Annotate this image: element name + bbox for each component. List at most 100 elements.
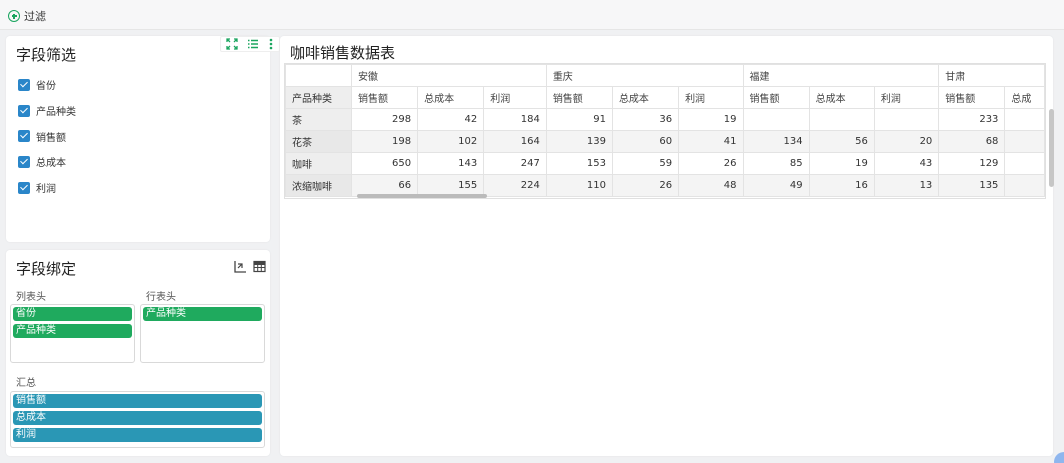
row-label: 茶 <box>285 108 352 131</box>
table-cell <box>808 108 875 131</box>
table-icon[interactable] <box>253 260 266 273</box>
table-cell: 298 <box>350 108 419 131</box>
table-cell: 153 <box>545 152 613 175</box>
field-filter-panel: 字段筛选 省份 产品种类 销售额 总成本 利润 <box>6 36 280 242</box>
field-label: 省份 <box>36 81 56 93</box>
row-label: 花茶 <box>285 130 352 153</box>
province-header-cell: 重庆 <box>545 64 744 87</box>
measure-header-cell: 销售额 <box>545 86 613 109</box>
table-cell <box>742 108 810 131</box>
column-field-chip[interactable]: 省份 <box>13 307 132 321</box>
measure-header-cell: 总成本 <box>808 86 875 109</box>
table-cell: 16 <box>808 174 875 197</box>
summary-field-chip[interactable]: 利润 <box>13 428 262 442</box>
table-cell: 48 <box>678 174 744 197</box>
binding-tools <box>234 260 266 273</box>
checkbox-checked-icon[interactable] <box>18 78 30 91</box>
horizontal-scrollbar[interactable] <box>357 194 487 198</box>
summary-field-chip[interactable]: 销售额 <box>13 394 262 408</box>
corner-cell <box>285 64 352 87</box>
summary-label: 汇总 <box>16 378 36 389</box>
checkbox-checked-icon[interactable] <box>18 104 30 117</box>
table-cell: 36 <box>611 108 680 131</box>
table-cell: 198 <box>350 130 419 153</box>
table-cell: 59 <box>611 152 680 175</box>
field-item-total-cost[interactable]: 总成本 <box>18 149 76 175</box>
table-cell: 650 <box>350 152 419 175</box>
measure-header-cell: 销售额 <box>742 86 810 109</box>
row-field-chip[interactable]: 产品种类 <box>143 307 262 321</box>
table-cell: 42 <box>417 108 485 131</box>
measure-header-cell: 总成本 <box>611 86 680 109</box>
filter-button[interactable]: 过滤 <box>8 8 46 24</box>
table-cell: 19 <box>678 108 744 131</box>
field-item-province[interactable]: 省份 <box>18 72 76 98</box>
province-header-cell: 福建 <box>742 64 940 87</box>
row-header-dropzone[interactable]: 产品种类 <box>140 304 265 363</box>
pivot-table: 安徽 重庆 福建 甘肃 产品种类 销售额 总成本 利润 销售额 总成本 利润 销… <box>285 64 1045 197</box>
field-list: 省份 产品种类 销售额 总成本 利润 <box>18 72 76 200</box>
column-header-dropzone[interactable]: 省份 产品种类 <box>10 304 135 363</box>
field-binding-panel: 字段绑定 列表头 行表头 省份 产品种类 产品种类 汇总 销售额 总成本 利润 <box>6 250 270 456</box>
province-header-cell: 甘肃 <box>938 64 1045 87</box>
checkbox-checked-icon[interactable] <box>18 155 30 168</box>
table-cell: 110 <box>545 174 613 197</box>
summary-dropzone[interactable]: 销售额 总成本 利润 <box>10 391 265 448</box>
table-cell: 247 <box>483 152 547 175</box>
measure-header-cell: 销售额 <box>350 86 419 109</box>
row-header-title: 产品种类 <box>285 86 352 109</box>
measure-header-cell: 利润 <box>678 86 744 109</box>
field-binding-title: 字段绑定 <box>16 260 77 278</box>
table-cell: 143 <box>417 152 485 175</box>
field-item-sales[interactable]: 销售额 <box>18 123 76 149</box>
table-cell <box>1004 174 1045 197</box>
floating-action-button[interactable] <box>1054 452 1064 463</box>
table-cell: 134 <box>742 130 810 153</box>
field-filter-title: 字段筛选 <box>16 46 77 64</box>
table-cell: 135 <box>938 174 1006 197</box>
table-cell: 26 <box>611 174 680 197</box>
table-cell: 85 <box>742 152 810 175</box>
table-cell <box>1004 108 1045 131</box>
measure-header-cell: 总成本 <box>417 86 485 109</box>
more-vertical-icon[interactable] <box>268 38 274 50</box>
table-cell: 13 <box>873 174 940 197</box>
table-cell: 43 <box>873 152 940 175</box>
table-cell <box>1004 152 1045 175</box>
table-cell: 91 <box>545 108 613 131</box>
table-cell: 139 <box>545 130 613 153</box>
column-field-chip[interactable]: 产品种类 <box>13 324 132 338</box>
checkbox-checked-icon[interactable] <box>18 130 30 143</box>
filter-label: 过滤 <box>24 10 46 23</box>
field-item-profit[interactable]: 利润 <box>18 175 76 201</box>
row-header-label: 行表头 <box>146 292 176 303</box>
table-cell: 20 <box>873 130 940 153</box>
table-cell: 129 <box>938 152 1006 175</box>
table-cell: 102 <box>417 130 485 153</box>
field-label: 产品种类 <box>36 107 76 119</box>
table-cell <box>873 108 940 131</box>
add-circle-icon <box>8 10 20 22</box>
vertical-scrollbar[interactable] <box>1049 109 1054 187</box>
coffee-sales-table-panel: 咖啡销售数据表 安徽 重庆 福建 甘肃 产品种类 销售额 总成本 利润 销售额 … <box>280 36 1054 456</box>
measure-header-cell: 销售额 <box>938 86 1006 109</box>
row-label: 咖啡 <box>285 152 352 175</box>
field-label: 利润 <box>36 184 56 196</box>
table-cell: 164 <box>483 130 547 153</box>
measure-header-cell: 利润 <box>483 86 547 109</box>
table-cell: 184 <box>483 108 547 131</box>
table-cell: 68 <box>938 130 1006 153</box>
panel-toolbox <box>220 36 280 52</box>
chart-swap-icon[interactable] <box>234 260 247 273</box>
table-cell: 224 <box>483 174 547 197</box>
expand-icon[interactable] <box>226 38 238 50</box>
checkbox-checked-icon[interactable] <box>18 181 30 194</box>
pivot-table-viewport[interactable]: 安徽 重庆 福建 甘肃 产品种类 销售额 总成本 利润 销售额 总成本 利润 销… <box>284 63 1046 199</box>
field-item-product-type[interactable]: 产品种类 <box>18 98 76 124</box>
measure-header-cell: 利润 <box>873 86 940 109</box>
list-icon[interactable] <box>247 38 259 50</box>
table-row: 花茶 198 102 164 139 60 41 134 56 20 68 <box>285 130 1045 153</box>
measure-header-cell: 总成 <box>1004 86 1045 109</box>
table-cell: 19 <box>808 152 875 175</box>
summary-field-chip[interactable]: 总成本 <box>13 411 262 425</box>
